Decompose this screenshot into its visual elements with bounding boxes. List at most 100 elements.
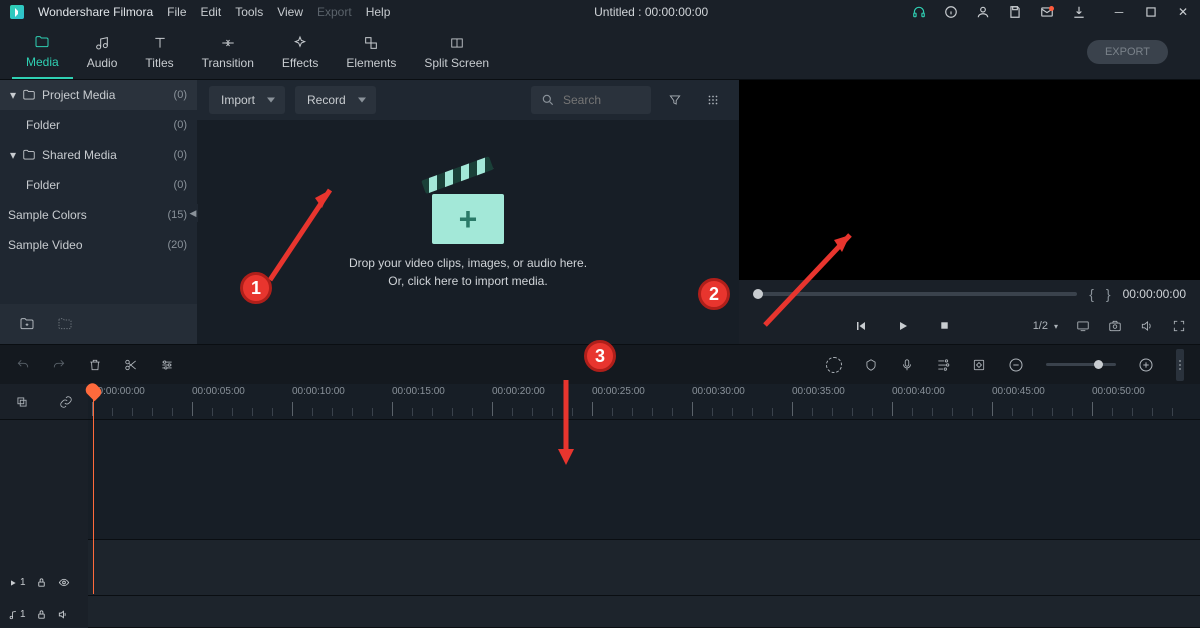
mail-icon[interactable] bbox=[1040, 5, 1054, 19]
redo-icon[interactable] bbox=[52, 358, 66, 372]
keyframe-icon[interactable] bbox=[972, 358, 986, 372]
caret-down-icon: ▾ bbox=[10, 148, 16, 162]
title-bar: Wondershare Filmora File Edit Tools View… bbox=[0, 0, 1200, 24]
timeline-ruler[interactable]: 00:00:00:0000:00:05:0000:00:10:0000:00:1… bbox=[88, 384, 1200, 420]
menu-tools[interactable]: Tools bbox=[235, 5, 263, 19]
filter-icon[interactable] bbox=[661, 86, 689, 114]
render-icon[interactable] bbox=[826, 357, 842, 373]
menu-help[interactable]: Help bbox=[366, 5, 391, 19]
search-input[interactable] bbox=[563, 93, 633, 107]
tab-transition[interactable]: Transition bbox=[188, 26, 268, 78]
tab-split-screen[interactable]: Split Screen bbox=[410, 26, 503, 78]
tab-audio[interactable]: Audio bbox=[73, 26, 132, 78]
sidebar-label: Project Media bbox=[42, 88, 115, 102]
delete-icon[interactable] bbox=[88, 358, 102, 372]
headset-icon[interactable] bbox=[912, 5, 926, 19]
sidebar-bottom-bar bbox=[0, 304, 197, 344]
voiceover-icon[interactable] bbox=[900, 358, 914, 372]
record-dropdown[interactable]: Record bbox=[295, 86, 376, 114]
menu-edit[interactable]: Edit bbox=[201, 5, 222, 19]
timeline-link-icon[interactable] bbox=[59, 395, 73, 409]
stop-icon[interactable] bbox=[939, 320, 950, 332]
tab-media[interactable]: Media bbox=[12, 25, 73, 79]
dropzone-text-2: Or, click here to import media. bbox=[388, 274, 547, 288]
timeline-empty-track[interactable] bbox=[88, 420, 1200, 540]
lock-icon[interactable] bbox=[36, 609, 47, 620]
export-button[interactable]: EXPORT bbox=[1087, 40, 1168, 64]
search-box[interactable] bbox=[531, 86, 651, 114]
info-icon[interactable] bbox=[944, 5, 958, 19]
count-badge: (20) bbox=[167, 239, 187, 251]
video-track-header[interactable]: 1 bbox=[0, 520, 88, 596]
menu-view[interactable]: View bbox=[277, 5, 303, 19]
sidebar-label: Folder bbox=[26, 178, 60, 192]
menu-file[interactable]: File bbox=[167, 5, 186, 19]
import-label: Import bbox=[221, 93, 255, 107]
timeline-ruler-area[interactable]: 00:00:00:0000:00:05:0000:00:10:0000:00:1… bbox=[88, 384, 1200, 628]
split-clip-icon[interactable] bbox=[124, 358, 138, 372]
zoom-out-icon[interactable] bbox=[1008, 357, 1024, 373]
save-icon[interactable] bbox=[1008, 5, 1022, 19]
window-maximize-icon[interactable] bbox=[1144, 5, 1158, 19]
mark-out-icon[interactable]: } bbox=[1106, 286, 1111, 302]
tab-titles[interactable]: Titles bbox=[131, 26, 187, 78]
speaker-icon[interactable] bbox=[57, 609, 69, 620]
eye-icon[interactable] bbox=[57, 577, 71, 588]
snapshot-icon[interactable] bbox=[1108, 319, 1122, 333]
audio-track-lane[interactable] bbox=[88, 596, 1200, 628]
tab-media-label: Media bbox=[26, 55, 59, 69]
sidebar-item-sample-video[interactable]: Sample Video (20) bbox=[0, 230, 197, 260]
sidebar-item-folder-2[interactable]: Folder (0) bbox=[0, 170, 197, 200]
audio-track-header[interactable]: 1 bbox=[0, 596, 88, 628]
marker-number: 3 bbox=[595, 346, 605, 367]
folder-outline-icon[interactable] bbox=[56, 316, 74, 332]
sidebar-item-shared-media[interactable]: ▾ Shared Media (0) bbox=[0, 140, 197, 170]
tab-elements[interactable]: Elements bbox=[332, 26, 410, 78]
quality-icon[interactable] bbox=[1076, 319, 1090, 333]
volume-icon[interactable] bbox=[1140, 319, 1154, 333]
video-track-lane[interactable] bbox=[88, 540, 1200, 596]
folder-icon bbox=[32, 33, 52, 51]
audio-mixer-icon[interactable] bbox=[936, 358, 950, 372]
adjust-icon[interactable] bbox=[160, 358, 174, 372]
dropzone-text-1: Drop your video clips, images, or audio … bbox=[349, 256, 587, 270]
undo-icon[interactable] bbox=[16, 358, 30, 372]
zoom-slider[interactable] bbox=[1046, 363, 1116, 366]
timeline-panel: 1 1 00:00:00:0000:00:05:0000:00:10:0000:… bbox=[0, 384, 1200, 628]
sidebar-item-project-media[interactable]: ▾ Project Media (0) bbox=[0, 80, 197, 110]
menu-export[interactable]: Export bbox=[317, 5, 352, 19]
tab-elements-label: Elements bbox=[346, 56, 396, 70]
download-icon[interactable] bbox=[1072, 5, 1086, 19]
timeline-copy-icon[interactable] bbox=[15, 395, 29, 409]
sidebar-item-sample-colors[interactable]: Sample Colors (15) bbox=[0, 200, 197, 230]
window-minimize-icon[interactable]: ─ bbox=[1112, 5, 1126, 19]
sidebar-item-folder-1[interactable]: Folder (0) bbox=[0, 110, 197, 140]
sidebar-collapse-icon[interactable]: ◀ bbox=[188, 204, 198, 222]
marker-flag-icon[interactable] bbox=[864, 358, 878, 372]
panel-drag-handle-icon[interactable] bbox=[1176, 349, 1184, 381]
sidebar-label: Sample Colors bbox=[8, 208, 87, 222]
count-badge: (15) bbox=[167, 209, 187, 221]
tab-titles-label: Titles bbox=[145, 56, 173, 70]
grid-view-icon[interactable] bbox=[699, 86, 727, 114]
tab-audio-label: Audio bbox=[87, 56, 118, 70]
new-folder-icon[interactable] bbox=[18, 316, 36, 332]
count-badge: (0) bbox=[174, 89, 187, 101]
lock-icon[interactable] bbox=[36, 577, 47, 588]
zoom-ratio-dropdown[interactable]: 1/2 ▾ bbox=[1033, 320, 1058, 332]
marker-number: 2 bbox=[709, 284, 719, 305]
audio-track-badge: 1 bbox=[8, 609, 26, 620]
fullscreen-icon[interactable] bbox=[1172, 319, 1186, 333]
window-close-icon[interactable]: ✕ bbox=[1176, 5, 1190, 19]
zoom-in-icon[interactable] bbox=[1138, 357, 1154, 373]
tab-effects[interactable]: Effects bbox=[268, 26, 332, 78]
annotation-arrow-2 bbox=[750, 220, 870, 340]
timeline-playhead[interactable] bbox=[93, 384, 94, 594]
mark-in-icon[interactable]: { bbox=[1089, 286, 1094, 302]
search-icon bbox=[541, 93, 555, 107]
play-icon[interactable] bbox=[897, 320, 909, 332]
import-dropdown[interactable]: Import bbox=[209, 86, 285, 114]
tab-effects-label: Effects bbox=[282, 56, 318, 70]
user-icon[interactable] bbox=[976, 5, 990, 19]
split-icon bbox=[447, 34, 467, 52]
